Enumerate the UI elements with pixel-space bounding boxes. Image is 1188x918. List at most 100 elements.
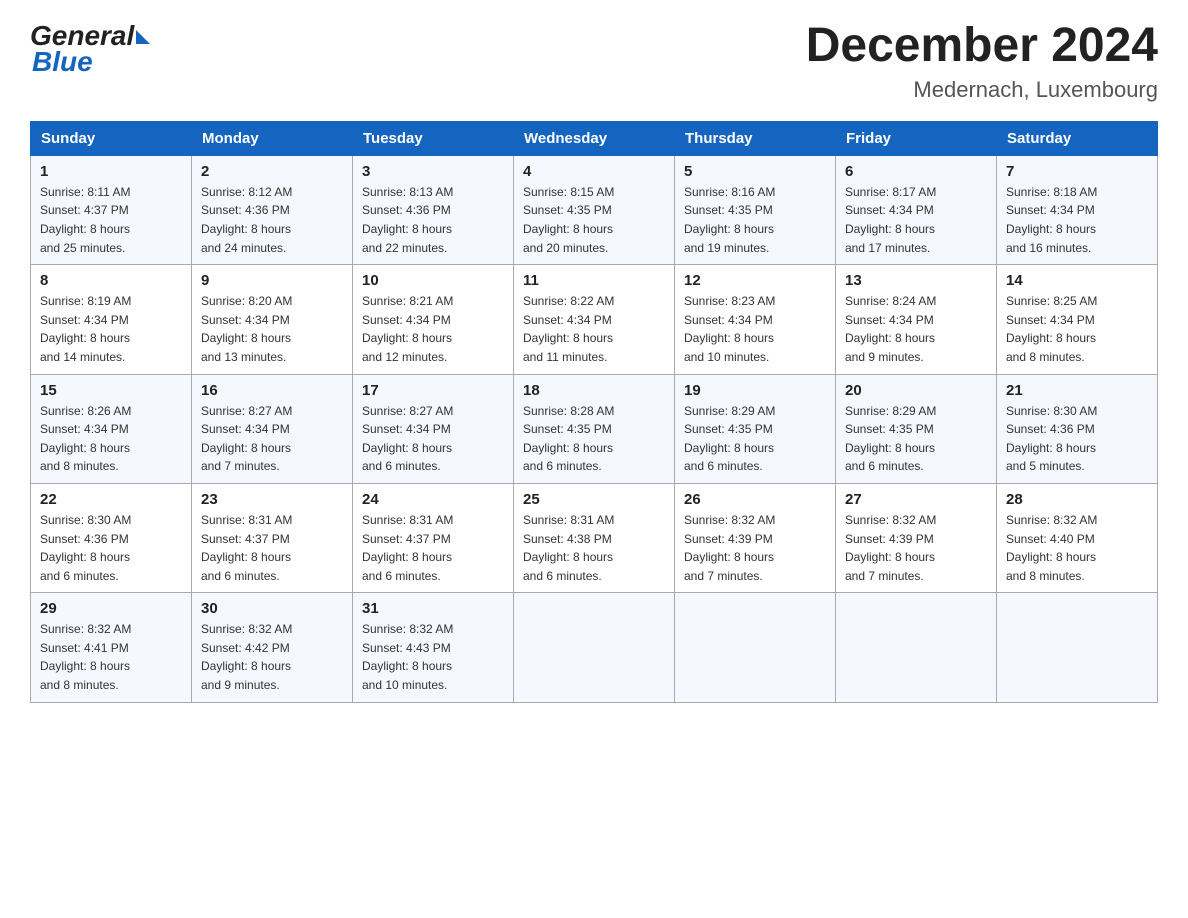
day-number: 30 (201, 600, 343, 617)
calendar-cell: 26 Sunrise: 8:32 AMSunset: 4:39 PMDayligh… (675, 483, 836, 592)
calendar-cell: 31Sunrise: 8:32 AMSunset: 4:43 PMDayligh… (353, 593, 514, 702)
day-info: Sunrise: 8:32 AMSunset: 4:41 PMDaylight:… (40, 620, 182, 694)
day-info: Sunrise: 8:13 AMSunset: 4:36 PMDaylight:… (362, 183, 504, 257)
day-number: 6 (845, 163, 987, 180)
day-number: 27 (845, 491, 987, 508)
calendar-cell: 15 Sunrise: 8:26 AMSunset: 4:34 PMDayligh… (31, 374, 192, 483)
day-number: 29 (40, 600, 182, 617)
day-info: Sunrise: 8:16 AMSunset: 4:35 PMDaylight:… (684, 183, 826, 257)
day-number: 2 (201, 163, 343, 180)
day-number: 10 (362, 272, 504, 289)
day-number: 20 (845, 382, 987, 399)
calendar-week-row: 29 Sunrise: 8:32 AMSunset: 4:41 PMDayligh… (31, 593, 1158, 702)
calendar-cell: 7 Sunrise: 8:18 AMSunset: 4:34 PMDaylight… (997, 155, 1158, 264)
day-number: 7 (1006, 163, 1148, 180)
calendar-cell: 16Sunrise: 8:27 AMSunset: 4:34 PMDayligh… (192, 374, 353, 483)
day-info: Sunrise: 8:29 AMSunset: 4:35 PMDaylight:… (684, 402, 826, 476)
logo: General Blue (30, 20, 150, 78)
calendar-cell: 11Sunrise: 8:22 AMSunset: 4:34 PMDayligh… (514, 265, 675, 374)
day-info: Sunrise: 8:27 AMSunset: 4:34 PMDaylight:… (362, 402, 504, 476)
day-info: Sunrise: 8:32 AMSunset: 4:39 PMDaylight:… (845, 511, 987, 585)
day-info: Sunrise: 8:11 AMSunset: 4:37 PMDaylight:… (40, 183, 182, 257)
calendar-cell: 5 Sunrise: 8:16 AMSunset: 4:35 PMDaylight… (675, 155, 836, 264)
day-number: 5 (684, 163, 826, 180)
day-info: Sunrise: 8:18 AMSunset: 4:34 PMDaylight:… (1006, 183, 1148, 257)
calendar-cell: 2 Sunrise: 8:12 AMSunset: 4:36 PMDaylight… (192, 155, 353, 264)
day-info: Sunrise: 8:27 AMSunset: 4:34 PMDaylight:… (201, 402, 343, 476)
header-tuesday: Tuesday (353, 121, 514, 155)
header-wednesday: Wednesday (514, 121, 675, 155)
month-title: December 2024 (806, 20, 1158, 73)
day-info: Sunrise: 8:32 AMSunset: 4:39 PMDaylight:… (684, 511, 826, 585)
calendar-week-row: 22 Sunrise: 8:30 AMSunset: 4:36 PMDayligh… (31, 483, 1158, 592)
calendar-cell: 21 Sunrise: 8:30 AMSunset: 4:36 PMDayligh… (997, 374, 1158, 483)
day-number: 21 (1006, 382, 1148, 399)
day-number: 11 (523, 272, 665, 289)
day-number: 3 (362, 163, 504, 180)
calendar-cell (675, 593, 836, 702)
calendar-cell: 25 Sunrise: 8:31 AMSunset: 4:38 PMDayligh… (514, 483, 675, 592)
day-number: 25 (523, 491, 665, 508)
day-info: Sunrise: 8:23 AMSunset: 4:34 PMDaylight:… (684, 292, 826, 366)
calendar-week-row: 8Sunrise: 8:19 AMSunset: 4:34 PMDaylight… (31, 265, 1158, 374)
calendar-cell: 28Sunrise: 8:32 AMSunset: 4:40 PMDayligh… (997, 483, 1158, 592)
day-number: 13 (845, 272, 987, 289)
header-saturday: Saturday (997, 121, 1158, 155)
header-monday: Monday (192, 121, 353, 155)
calendar-cell: 14Sunrise: 8:25 AMSunset: 4:34 PMDayligh… (997, 265, 1158, 374)
day-number: 17 (362, 382, 504, 399)
day-number: 18 (523, 382, 665, 399)
calendar-cell: 22 Sunrise: 8:30 AMSunset: 4:36 PMDayligh… (31, 483, 192, 592)
day-number: 28 (1006, 491, 1148, 508)
day-number: 19 (684, 382, 826, 399)
day-info: Sunrise: 8:28 AMSunset: 4:35 PMDaylight:… (523, 402, 665, 476)
day-info: Sunrise: 8:31 AMSunset: 4:38 PMDaylight:… (523, 511, 665, 585)
page-header: General Blue December 2024 Medernach, Lu… (30, 20, 1158, 103)
day-number: 22 (40, 491, 182, 508)
calendar-cell: 17 Sunrise: 8:27 AMSunset: 4:34 PMDayligh… (353, 374, 514, 483)
calendar-header-row: SundayMondayTuesdayWednesdayThursdayFrid… (31, 121, 1158, 155)
day-info: Sunrise: 8:17 AMSunset: 4:34 PMDaylight:… (845, 183, 987, 257)
day-number: 4 (523, 163, 665, 180)
day-number: 26 (684, 491, 826, 508)
calendar-cell: 1 Sunrise: 8:11 AMSunset: 4:37 PMDaylight… (31, 155, 192, 264)
day-info: Sunrise: 8:24 AMSunset: 4:34 PMDaylight:… (845, 292, 987, 366)
calendar-cell: 4 Sunrise: 8:15 AMSunset: 4:35 PMDaylight… (514, 155, 675, 264)
calendar-cell: 24Sunrise: 8:31 AMSunset: 4:37 PMDayligh… (353, 483, 514, 592)
calendar-cell: 19 Sunrise: 8:29 AMSunset: 4:35 PMDayligh… (675, 374, 836, 483)
day-number: 9 (201, 272, 343, 289)
calendar-week-row: 1 Sunrise: 8:11 AMSunset: 4:37 PMDaylight… (31, 155, 1158, 264)
calendar-cell: 10Sunrise: 8:21 AMSunset: 4:34 PMDayligh… (353, 265, 514, 374)
calendar-cell: 30 Sunrise: 8:32 AMSunset: 4:42 PMDayligh… (192, 593, 353, 702)
day-info: Sunrise: 8:29 AMSunset: 4:35 PMDaylight:… (845, 402, 987, 476)
logo-blue-text: Blue (30, 46, 93, 78)
day-info: Sunrise: 8:26 AMSunset: 4:34 PMDaylight:… (40, 402, 182, 476)
title-block: December 2024 Medernach, Luxembourg (806, 20, 1158, 103)
calendar-cell: 29 Sunrise: 8:32 AMSunset: 4:41 PMDayligh… (31, 593, 192, 702)
calendar-cell: 23Sunrise: 8:31 AMSunset: 4:37 PMDayligh… (192, 483, 353, 592)
calendar-cell (836, 593, 997, 702)
calendar-cell: 18 Sunrise: 8:28 AMSunset: 4:35 PMDayligh… (514, 374, 675, 483)
day-info: Sunrise: 8:32 AMSunset: 4:42 PMDaylight:… (201, 620, 343, 694)
day-number: 24 (362, 491, 504, 508)
logo-triangle-icon (136, 30, 150, 44)
day-number: 1 (40, 163, 182, 180)
day-info: Sunrise: 8:30 AMSunset: 4:36 PMDaylight:… (40, 511, 182, 585)
day-number: 23 (201, 491, 343, 508)
calendar-cell: 9Sunrise: 8:20 AMSunset: 4:34 PMDaylight… (192, 265, 353, 374)
calendar-cell: 13 Sunrise: 8:24 AMSunset: 4:34 PMDayligh… (836, 265, 997, 374)
calendar-cell: 6 Sunrise: 8:17 AMSunset: 4:34 PMDaylight… (836, 155, 997, 264)
day-number: 31 (362, 600, 504, 617)
day-info: Sunrise: 8:30 AMSunset: 4:36 PMDaylight:… (1006, 402, 1148, 476)
calendar-cell: 8Sunrise: 8:19 AMSunset: 4:34 PMDaylight… (31, 265, 192, 374)
location-text: Medernach, Luxembourg (806, 77, 1158, 103)
calendar-cell (997, 593, 1158, 702)
day-info: Sunrise: 8:12 AMSunset: 4:36 PMDaylight:… (201, 183, 343, 257)
day-number: 15 (40, 382, 182, 399)
day-info: Sunrise: 8:19 AMSunset: 4:34 PMDaylight:… (40, 292, 182, 366)
calendar-cell: 20 Sunrise: 8:29 AMSunset: 4:35 PMDayligh… (836, 374, 997, 483)
day-info: Sunrise: 8:15 AMSunset: 4:35 PMDaylight:… (523, 183, 665, 257)
calendar-cell: 27 Sunrise: 8:32 AMSunset: 4:39 PMDayligh… (836, 483, 997, 592)
header-sunday: Sunday (31, 121, 192, 155)
calendar-week-row: 15 Sunrise: 8:26 AMSunset: 4:34 PMDayligh… (31, 374, 1158, 483)
